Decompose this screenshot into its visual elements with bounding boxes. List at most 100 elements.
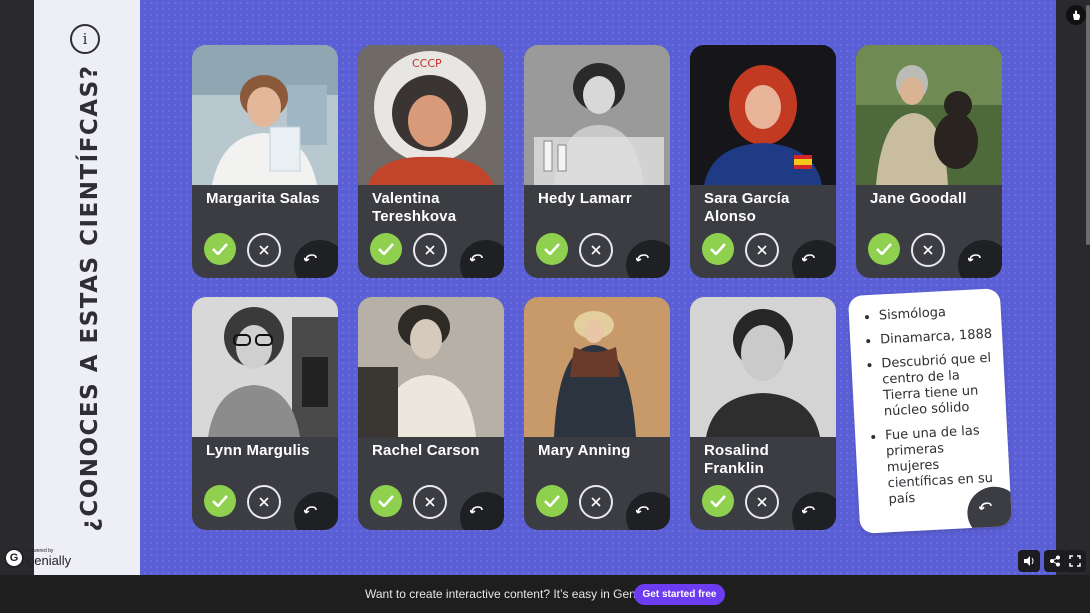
close-icon — [591, 245, 601, 255]
scientist-name: Margarita Salas — [206, 190, 320, 207]
svg-text:CCCP: CCCP — [412, 57, 442, 70]
genially-stage: i ¿CONOCES A ESTAS CIENTÍFCAS? Margarita… — [34, 0, 1056, 575]
close-icon — [259, 245, 269, 255]
wrong-button[interactable] — [247, 485, 281, 519]
correct-button[interactable] — [868, 233, 900, 265]
flip-card-button[interactable] — [792, 240, 836, 278]
get-started-button[interactable]: Get started free — [634, 584, 725, 605]
share-icon — [1050, 555, 1060, 567]
scientist-photo — [690, 45, 836, 185]
check-icon — [212, 243, 228, 255]
scientist-name: Rosalind Franklin — [704, 442, 769, 477]
scientist-photo — [524, 297, 670, 437]
scientist-photo — [192, 297, 338, 437]
flip-icon — [802, 254, 815, 262]
wrong-button[interactable] — [745, 233, 779, 267]
wrong-button[interactable] — [413, 485, 447, 519]
flip-icon — [304, 254, 317, 262]
clue-item: Dinamarca, 1888 — [880, 327, 993, 349]
genially-wordmark: genially — [27, 553, 72, 568]
scientist-name: Hedy Lamarr — [538, 190, 632, 207]
close-icon — [591, 497, 601, 507]
wrong-button[interactable] — [745, 485, 779, 519]
wrong-button[interactable] — [579, 233, 613, 267]
correct-button[interactable] — [702, 233, 734, 265]
flip-card-button[interactable] — [626, 492, 670, 530]
flip-card-button[interactable] — [460, 492, 504, 530]
genially-logo[interactable]: G Powered by genially — [4, 548, 71, 568]
close-icon — [259, 497, 269, 507]
wrong-button[interactable] — [911, 233, 945, 267]
flip-icon — [968, 254, 981, 262]
scrollbar[interactable] — [1086, 5, 1090, 245]
check-icon — [876, 243, 892, 255]
check-icon — [544, 495, 560, 507]
clue-item: Sismóloga — [879, 303, 992, 325]
hand-pointer-button[interactable] — [1066, 5, 1086, 25]
flip-icon — [470, 506, 483, 514]
scientist-name: Rachel Carson — [372, 442, 480, 459]
title-panel: i ¿CONOCES A ESTAS CIENTÍFCAS? — [34, 0, 140, 575]
correct-button[interactable] — [536, 233, 568, 265]
scientist-photo: CCCP — [358, 45, 504, 185]
scientist-photo — [690, 297, 836, 437]
flip-card-button[interactable] — [792, 492, 836, 530]
scientist-photo — [856, 45, 1002, 185]
promo-text: Want to create interactive content? It’s… — [365, 587, 660, 601]
scientist-photo — [192, 45, 338, 185]
check-icon — [544, 243, 560, 255]
fullscreen-icon — [1069, 555, 1081, 567]
scientist-card: Lynn Margulis — [192, 297, 338, 530]
scientist-name: Lynn Margulis — [206, 442, 310, 459]
close-icon — [425, 497, 435, 507]
scientist-card: Jane Goodall — [856, 45, 1002, 278]
scientist-card: Mary Anning — [524, 297, 670, 530]
fullscreen-button[interactable] — [1064, 550, 1086, 572]
clue-card[interactable]: Sismóloga Dinamarca, 1888 Descubrió que … — [847, 288, 1013, 534]
close-icon — [757, 245, 767, 255]
flip-icon — [802, 506, 815, 514]
scientist-photo — [524, 45, 670, 185]
scientist-name: Valentina Tereshkova — [372, 190, 457, 225]
scientist-card: Margarita Salas — [192, 45, 338, 278]
info-button[interactable]: i — [70, 24, 100, 54]
flip-card-button[interactable] — [460, 240, 504, 278]
flip-card-button[interactable] — [626, 240, 670, 278]
correct-button[interactable] — [370, 485, 402, 517]
scientist-name: Mary Anning — [538, 442, 631, 459]
wrong-button[interactable] — [247, 233, 281, 267]
flip-icon — [470, 254, 483, 262]
check-icon — [710, 243, 726, 255]
flip-icon — [636, 506, 649, 514]
close-icon — [757, 497, 767, 507]
scientist-card: Hedy Lamarr — [524, 45, 670, 278]
flip-card-button[interactable] — [294, 492, 338, 530]
sound-button[interactable] — [1018, 550, 1040, 572]
flip-icon — [978, 502, 992, 511]
flip-card-button[interactable] — [958, 240, 1002, 278]
clue-list: Sismóloga Dinamarca, 1888 Descubrió que … — [849, 302, 1011, 510]
speaker-icon — [1024, 556, 1034, 566]
hand-icon — [1073, 10, 1080, 20]
page-title: ¿CONOCES A ESTAS CIENTÍFCAS? — [77, 64, 103, 532]
correct-button[interactable] — [204, 485, 236, 517]
correct-button[interactable] — [370, 233, 402, 265]
correct-button[interactable] — [204, 233, 236, 265]
genially-logo-icon: G — [4, 548, 24, 568]
clue-item: Descubrió que el centro de la Tierra tie… — [881, 351, 996, 421]
scientist-card: CCCP Valentina Tereshkova — [358, 45, 504, 278]
flip-icon — [636, 254, 649, 262]
correct-button[interactable] — [702, 485, 734, 517]
scientist-name: Sara García Alonso — [704, 190, 790, 225]
close-icon — [923, 245, 933, 255]
scientist-card: Rachel Carson — [358, 297, 504, 530]
flip-icon — [304, 506, 317, 514]
share-button[interactable] — [1044, 550, 1066, 572]
scientist-name: Jane Goodall — [870, 190, 967, 207]
correct-button[interactable] — [536, 485, 568, 517]
promo-bar: Want to create interactive content? It’s… — [0, 575, 1090, 613]
flip-card-button[interactable] — [294, 240, 338, 278]
wrong-button[interactable] — [413, 233, 447, 267]
wrong-button[interactable] — [579, 485, 613, 519]
check-icon — [710, 495, 726, 507]
